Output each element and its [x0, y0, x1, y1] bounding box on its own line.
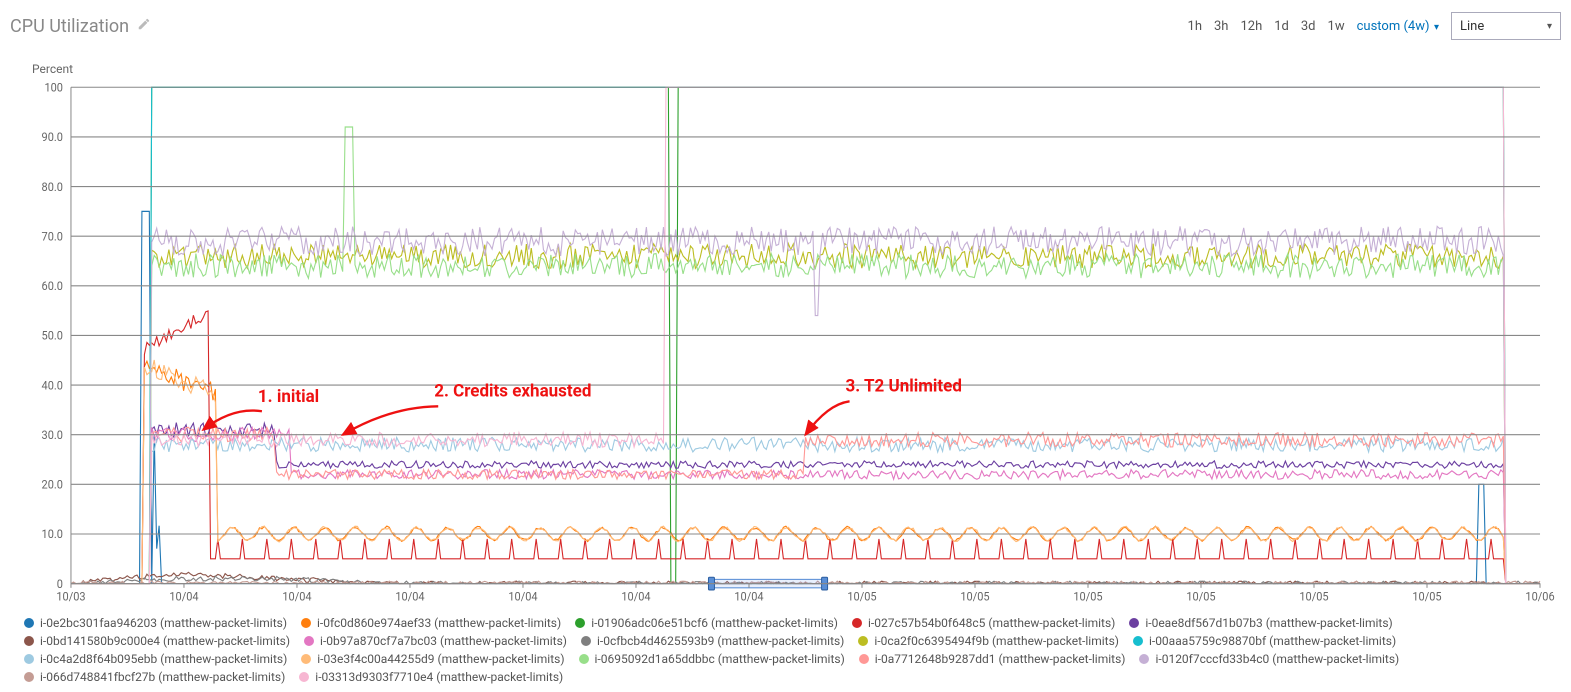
chart-plot-area[interactable]: 0 10.0 20.0 30.0 40.0 50.0 60.0 70.0 80.0 90.0 100… — [16, 82, 1555, 610]
chart-header: CPU Utilization 1h 3h 12h 1d 3d 1w custo… — [10, 8, 1561, 44]
svg-text:80.0: 80.0 — [42, 180, 63, 193]
range-1w[interactable]: 1w — [1328, 19, 1345, 34]
series-i-0c4a2d8f64b095ebb[interactable] — [71, 437, 1540, 583]
svg-text:10/04: 10/04 — [508, 590, 538, 603]
legend-label: i-0a7712648b9287dd1 (matthew-packet-limi… — [875, 652, 1126, 666]
legend-swatch — [24, 636, 34, 646]
range-12h[interactable]: 12h — [1240, 19, 1262, 34]
annotation-2: 2. Credits exhausted — [434, 381, 694, 402]
legend-label: i-00aaa5759c98870bf (matthew-packet-limi… — [1149, 634, 1396, 648]
legend-label: i-0e2bc301faa946203 (matthew-packet-limi… — [40, 616, 287, 630]
legend-item-i-03313d9303f7710e4[interactable]: i-03313d9303f7710e4 (matthew-packet-limi… — [299, 670, 563, 684]
legend-swatch — [852, 618, 862, 628]
legend-swatch — [301, 654, 311, 664]
legend-item-i-01906adc06e51bcf6[interactable]: i-01906adc06e51bcf6 (matthew-packet-limi… — [575, 616, 838, 630]
legend-label: i-066d748841fbcf27b (matthew-packet-limi… — [40, 670, 285, 684]
legend-swatch — [1133, 636, 1143, 646]
legend-swatch — [581, 636, 591, 646]
svg-text:10/05: 10/05 — [960, 590, 989, 603]
legend-item-i-00aaa5759c98870bf[interactable]: i-00aaa5759c98870bf (matthew-packet-limi… — [1133, 634, 1396, 648]
svg-text:60.0: 60.0 — [42, 280, 63, 293]
svg-text:10/04: 10/04 — [282, 590, 312, 603]
legend-item-i-0a7712648b9287dd1[interactable]: i-0a7712648b9287dd1 (matthew-packet-limi… — [859, 652, 1126, 666]
legend-swatch — [301, 618, 311, 628]
svg-text:10/04: 10/04 — [734, 590, 764, 603]
svg-text:10/05: 10/05 — [1073, 590, 1102, 603]
svg-text:70.0: 70.0 — [42, 230, 63, 243]
legend-label: i-03313d9303f7710e4 (matthew-packet-limi… — [315, 670, 563, 684]
svg-text:10.0: 10.0 — [42, 528, 63, 541]
legend-label: i-0fc0d860e974aef33 (matthew-packet-limi… — [317, 616, 561, 630]
legend-label: i-0695092d1a65ddbbc (matthew-packet-limi… — [595, 652, 845, 666]
y-axis-label: Percent — [32, 62, 1561, 76]
legend-label: i-0eae8df567d1b07b3 (matthew-packet-limi… — [1145, 616, 1392, 630]
range-1d[interactable]: 1d — [1274, 19, 1289, 34]
legend-label: i-0c4a2d8f64b095ebb (matthew-packet-limi… — [40, 652, 287, 666]
legend-item-i-0fc0d860e974aef33[interactable]: i-0fc0d860e974aef33 (matthew-packet-limi… — [301, 616, 561, 630]
legend-item-i-0cfbcb4d4625593b9[interactable]: i-0cfbcb4d4625593b9 (matthew-packet-limi… — [581, 634, 844, 648]
svg-text:0: 0 — [57, 578, 63, 591]
annotation-3: 3. T2 Unlimited — [846, 376, 1106, 397]
svg-text:10/05: 10/05 — [1299, 590, 1328, 603]
legend-swatch — [1129, 618, 1139, 628]
chart-type-label: Line — [1460, 19, 1484, 34]
legend-label: i-0120f7cccfd33b4c0 (matthew-packet-limi… — [1155, 652, 1399, 666]
legend-label: i-027c57b54b0f648c5 (matthew-packet-limi… — [868, 616, 1115, 630]
chart-type-select[interactable]: Line ▾ — [1451, 12, 1561, 40]
svg-text:10/04: 10/04 — [621, 590, 651, 603]
range-3d[interactable]: 3d — [1301, 19, 1316, 34]
legend-label: i-0bd141580b9c000e4 (matthew-packet-limi… — [40, 634, 290, 648]
svg-text:30.0: 30.0 — [42, 429, 63, 442]
svg-text:10/06: 10/06 — [1525, 590, 1554, 603]
legend-item-i-0695092d1a65ddbbc[interactable]: i-0695092d1a65ddbbc (matthew-packet-limi… — [579, 652, 845, 666]
svg-text:50.0: 50.0 — [42, 329, 63, 342]
chart-title: CPU Utilization — [10, 16, 129, 37]
legend-swatch — [24, 618, 34, 628]
legend-item-i-03e3f4c00a44255d9[interactable]: i-03e3f4c00a44255d9 (matthew-packet-limi… — [301, 652, 564, 666]
legend-label: i-0ca2f0c6395494f9b (matthew-packet-limi… — [874, 634, 1119, 648]
legend-label: i-01906adc06e51bcf6 (matthew-packet-limi… — [591, 616, 838, 630]
legend-item-i-0120f7cccfd33b4c0[interactable]: i-0120f7cccfd33b4c0 (matthew-packet-limi… — [1139, 652, 1399, 666]
legend-swatch — [579, 654, 589, 664]
legend-swatch — [858, 636, 868, 646]
legend-item-i-0ca2f0c6395494f9b[interactable]: i-0ca2f0c6395494f9b (matthew-packet-limi… — [858, 634, 1119, 648]
legend-item-i-0e2bc301faa946203[interactable]: i-0e2bc301faa946203 (matthew-packet-limi… — [24, 616, 287, 630]
legend-swatch — [24, 672, 34, 682]
svg-text:10/04: 10/04 — [395, 590, 425, 603]
legend-swatch — [859, 654, 869, 664]
legend-item-i-066d748841fbcf27b[interactable]: i-066d748841fbcf27b (matthew-packet-limi… — [24, 670, 285, 684]
svg-text:10/04: 10/04 — [169, 590, 199, 603]
range-custom[interactable]: custom (4w) ▾ — [1357, 19, 1439, 34]
legend-swatch — [575, 618, 585, 628]
legend: i-0e2bc301faa946203 (matthew-packet-limi… — [10, 610, 1561, 686]
legend-item-i-0c4a2d8f64b095ebb[interactable]: i-0c4a2d8f64b095ebb (matthew-packet-limi… — [24, 652, 287, 666]
legend-swatch — [24, 654, 34, 664]
svg-text:10/05: 10/05 — [1412, 590, 1441, 603]
legend-swatch — [304, 636, 314, 646]
legend-label: i-0b97a870cf7a7bc03 (matthew-packet-limi… — [320, 634, 567, 648]
chevron-down-icon: ▾ — [1547, 21, 1552, 32]
legend-item-i-0eae8df567d1b07b3[interactable]: i-0eae8df567d1b07b3 (matthew-packet-limi… — [1129, 616, 1392, 630]
svg-text:20.0: 20.0 — [42, 478, 63, 491]
range-3h[interactable]: 3h — [1214, 19, 1228, 34]
svg-text:40.0: 40.0 — [42, 379, 63, 392]
pencil-icon[interactable] — [137, 17, 151, 35]
time-range-picker: 1h 3h 12h 1d 3d 1w custom (4w) ▾ — [1188, 19, 1439, 34]
svg-text:10/03: 10/03 — [56, 590, 85, 603]
legend-label: i-03e3f4c00a44255d9 (matthew-packet-limi… — [317, 652, 564, 666]
series-i-0b97a870cf7a7bc03[interactable] — [71, 427, 1540, 583]
svg-text:10/05: 10/05 — [847, 590, 876, 603]
svg-text:90.0: 90.0 — [42, 131, 63, 144]
legend-item-i-027c57b54b0f648c5[interactable]: i-027c57b54b0f648c5 (matthew-packet-limi… — [852, 616, 1115, 630]
legend-item-i-0bd141580b9c000e4[interactable]: i-0bd141580b9c000e4 (matthew-packet-limi… — [24, 634, 290, 648]
svg-text:100: 100 — [44, 82, 63, 95]
legend-label: i-0cfbcb4d4625593b9 (matthew-packet-limi… — [597, 634, 844, 648]
svg-text:10/05: 10/05 — [1186, 590, 1215, 603]
legend-item-i-0b97a870cf7a7bc03[interactable]: i-0b97a870cf7a7bc03 (matthew-packet-limi… — [304, 634, 567, 648]
series-i-0a7712648b9287dd1[interactable] — [71, 427, 1540, 583]
legend-swatch — [1139, 654, 1149, 664]
legend-swatch — [299, 672, 309, 682]
range-1h[interactable]: 1h — [1188, 19, 1202, 34]
series-i-0695092d1a65ddbbc[interactable] — [71, 127, 1540, 584]
